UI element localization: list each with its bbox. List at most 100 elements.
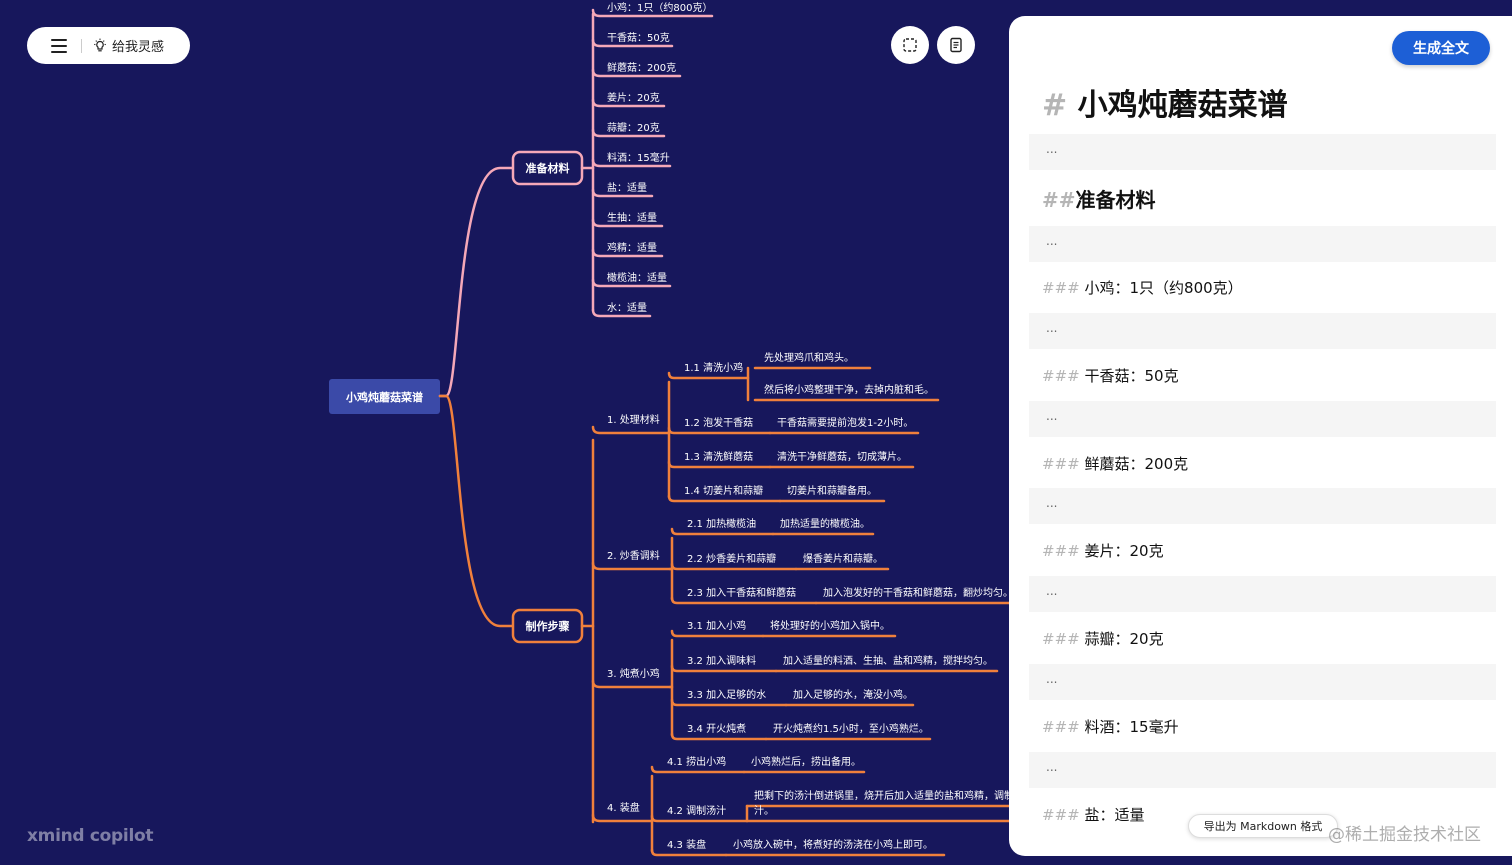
substep-topic[interactable]: 4.3 装盘 [667,838,706,851]
markdown-panel: 生成全文 # 小鸡炖蘑菇菜谱 ... ##准备材料 ... ### 小鸡：1只（… [1009,16,1512,856]
doc-section-heading: ##准备材料 [1042,184,1156,213]
detail-text[interactable]: 切姜片和蒜瓣备用。 [787,484,877,497]
detail-text[interactable]: 加热适量的橄榄油。 [780,517,870,530]
step-topic[interactable]: 3. 炖煮小鸡 [607,667,660,680]
detail-text[interactable]: 将处理好的小鸡加入锅中。 [770,619,890,632]
material-item[interactable]: 鲜蘑菇：200克 [607,61,676,74]
substep-topic[interactable]: 2.1 加热橄榄油 [687,517,756,530]
material-item[interactable]: 料酒：15毫升 [607,151,670,164]
step-topic[interactable]: 4. 装盘 [607,801,640,814]
doc-subheading-text: 料酒：15毫升 [1084,718,1179,736]
lightbulb-icon [94,38,106,51]
document-icon [950,37,962,53]
export-markdown-button[interactable]: 导出为 Markdown 格式 [1188,814,1338,838]
doc-subheading: ### 鲜蘑菇：200克 [1042,453,1188,474]
content-placeholder: ... [1029,226,1496,262]
material-item[interactable]: 橄榄油：适量 [607,271,667,284]
material-item[interactable]: 鸡精：适量 [607,241,657,254]
branch-prepare-materials-label: 准备材料 [526,161,570,175]
detail-text[interactable]: 爆香姜片和蒜瓣。 [803,552,883,565]
heading-hash: ### [1042,630,1080,648]
material-item[interactable]: 干香菇：50克 [607,31,670,44]
menu-icon[interactable] [51,38,67,53]
inspire-label: 给我灵感 [112,40,165,55]
inspire-button[interactable]: 给我灵感 [92,36,164,55]
xmind-copilot-logo: xmind copilot [27,826,154,846]
material-item[interactable]: 生抽：适量 [607,211,657,224]
content-placeholder: ... [1029,134,1496,170]
substep-topic[interactable]: 2.2 炒香姜片和蒜瓣 [687,552,776,565]
content-placeholder: ... [1029,752,1496,788]
content-placeholder: ... [1029,401,1496,437]
material-item[interactable]: 水：适量 [607,302,647,314]
material-item[interactable]: 小鸡：1只（约800克） [607,1,712,14]
step-underline [591,679,672,689]
content-placeholder: ... [1029,664,1496,700]
outline-view-button[interactable] [937,26,975,64]
substep-topic[interactable]: 1.4 切姜片和蒜瓣 [684,484,763,497]
root-topic-label: 小鸡炖蘑菇菜谱 [345,390,423,404]
branch-cooking-steps[interactable]: 制作步骤 [511,608,584,644]
doc-subheading: ### 小鸡：1只（约800克） [1042,277,1243,298]
heading-hash: ### [1042,279,1080,297]
branch-prepare-materials[interactable]: 准备材料 [511,150,584,186]
substep-topic[interactable]: 2.3 加入干香菇和鲜蘑菇 [687,586,796,599]
doc-subheading: ### 姜片：20克 [1042,540,1164,561]
doc-subheading: ### 干香菇：50克 [1042,365,1179,386]
detail-text[interactable]: 开火炖煮约1.5小时，至小鸡熟烂。 [773,722,929,735]
detail-text[interactable]: 小鸡熟烂后，捞出备用。 [751,755,861,768]
detail-text[interactable]: 汁。 [754,804,774,817]
substep-topic[interactable]: 3.1 加入小鸡 [687,619,746,632]
doc-subheading-text: 蒜瓣：20克 [1084,630,1164,648]
fullscreen-icon [903,38,917,52]
doc-subheading-text: 盐：适量 [1084,806,1145,824]
connector-root-branch2 [438,394,515,628]
doc-subheading-text: 干香菇：50克 [1084,367,1179,385]
substep-topic[interactable]: 4.2 调制汤汁 [667,804,726,817]
heading-hash: ### [1042,806,1080,824]
step-topic[interactable]: 1. 处理材料 [607,413,660,426]
top-toolbar: 给我灵感 [27,27,190,64]
doc-title-text: 小鸡炖蘑菇菜谱 [1077,88,1288,123]
substep-topic[interactable]: 3.2 加入调味料 [687,654,756,667]
step-underline [591,425,670,435]
fit-view-button[interactable] [891,26,929,64]
material-item[interactable]: 姜片：20克 [607,91,660,104]
step-topic[interactable]: 2. 炒香调料 [607,549,660,562]
doc-section-heading-text: 准备材料 [1075,188,1156,212]
doc-subheading-text: 小鸡：1只（约800克） [1084,279,1243,297]
detail-text[interactable]: 清洗干净鲜蘑菇，切成薄片。 [777,450,907,463]
substep-topic[interactable]: 3.4 开火炖煮 [687,722,746,735]
substep-topic[interactable]: 1.1 清洗小鸡 [684,361,743,374]
content-placeholder: ... [1029,576,1496,612]
root-topic[interactable]: 小鸡炖蘑菇菜谱 [329,379,440,414]
detail-text[interactable]: 干香菇需要提前泡发1-2小时。 [777,416,913,429]
detail-text[interactable]: 加入泡发好的干香菇和鲜蘑菇，翻炒均匀。 [823,586,1013,599]
step-underline [591,813,654,823]
detail-text[interactable]: 先处理鸡爪和鸡头。 [764,351,854,364]
watermark: @稀土掘金技术社区 [1328,825,1481,845]
generate-full-text-button[interactable]: 生成全文 [1392,31,1490,65]
heading-hash: ### [1042,718,1080,736]
substep-topic[interactable]: 1.3 清洗鲜蘑菇 [684,450,753,463]
substep-topic[interactable]: 3.3 加入足够的水 [687,688,766,701]
substep-topic[interactable]: 1.2 泡发干香菇 [684,416,753,429]
substep-topic[interactable]: 4.1 捞出小鸡 [667,755,726,768]
detail-text[interactable]: 加入足够的水，淹没小鸡。 [793,688,913,701]
doc-title: # 小鸡炖蘑菇菜谱 [1042,80,1288,124]
doc-subheading: ### 料酒：15毫升 [1042,716,1179,737]
material-item[interactable]: 蒜瓣：20克 [607,122,660,134]
material-item[interactable]: 盐：适量 [607,181,647,194]
connector-root-branch1 [438,166,515,398]
doc-subheading: ### 蒜瓣：20克 [1042,628,1164,649]
branch-cooking-steps-label: 制作步骤 [526,619,570,633]
doc-subheading-text: 姜片：20克 [1084,542,1164,560]
detail-text[interactable]: 把剩下的汤汁倒进锅里，烧开后加入适量的盐和鸡精，调制 [754,789,1014,802]
detail-text[interactable]: 小鸡放入碗中，将煮好的汤浇在小鸡上即可。 [733,838,933,851]
heading-hash: ## [1042,188,1076,212]
detail-text[interactable]: 然后将小鸡整理干净，去掉内脏和毛。 [764,383,934,396]
content-placeholder: ... [1029,313,1496,349]
heading-hash: ### [1042,367,1080,385]
detail-text[interactable]: 加入适量的料酒、生抽、盐和鸡精，搅拌均匀。 [783,654,993,667]
heading-hash: # [1042,88,1068,123]
